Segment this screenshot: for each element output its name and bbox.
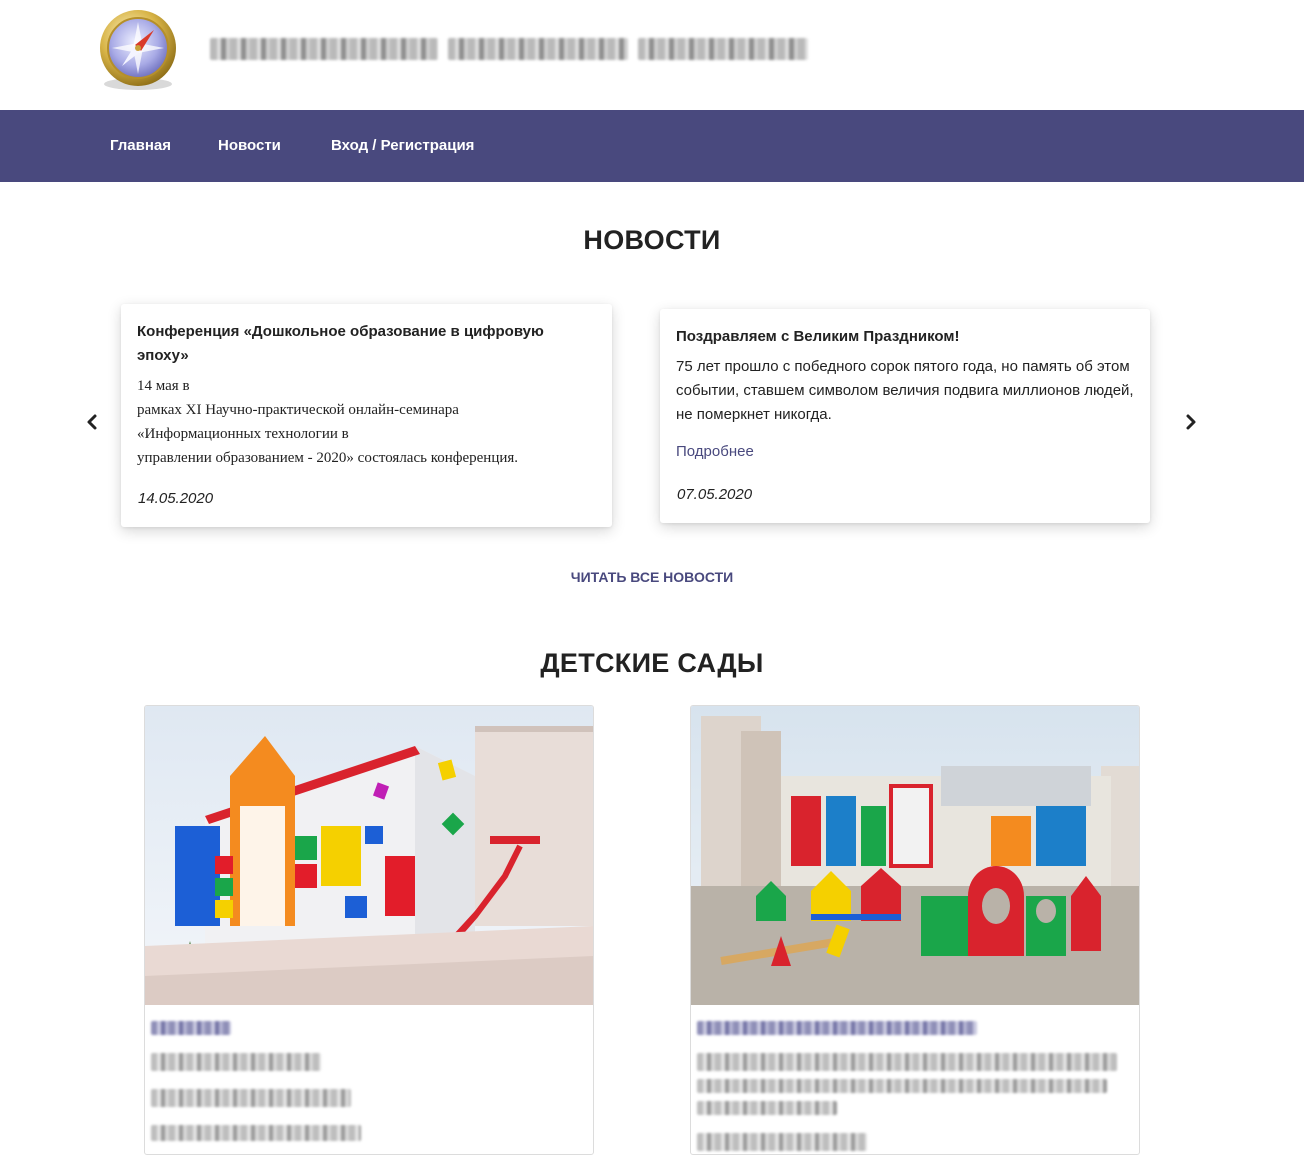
kindergarten-building-photo[interactable] [145,706,593,1005]
news-card-date: 14.05.2020 [138,490,214,507]
news-card-body: 75 лет прошло с победного сорок пятого г… [676,358,1134,423]
chevron-right-icon [1186,414,1196,430]
news-section-title: НОВОСТИ [583,225,721,255]
news-card-date: 07.05.2020 [677,486,753,503]
news-card-title[interactable]: Поздравляем с Великим Праздником! [676,325,1134,349]
news-card[interactable]: Конференция «Дошкольное образование в ци… [121,304,612,527]
kindergarten-card[interactable] [690,705,1140,1155]
main-navbar: Главная Новости Вход / Регистрация [0,110,1304,182]
news-card-body: 14 мая в рамках XI Научно-практической о… [137,374,596,470]
carousel-next-button[interactable] [1179,410,1203,434]
news-card-body-line: управлении образованием - 2020» состояла… [137,450,519,466]
chevron-left-icon [87,414,97,430]
news-card-title[interactable]: Конференция «Дошкольное образование в ци… [137,320,596,368]
news-card-body-line: рамках XI Научно-практической онлайн-сем… [137,402,459,418]
nav-item-login-register[interactable]: Вход / Регистрация [331,110,474,182]
kindergarten-card-text-redacted [697,1021,1127,1154]
carousel-prev-button[interactable] [80,410,104,434]
site-title [210,36,808,62]
news-card[interactable]: Поздравляем с Великим Праздником! 75 лет… [660,309,1150,523]
read-all-news-link[interactable]: ЧИТАТЬ ВСЕ НОВОСТИ [0,569,1304,585]
news-more-link[interactable]: Подробнее [676,443,754,460]
kindergarten-card-text-redacted [151,1021,581,1154]
kindergarten-card[interactable] [144,705,594,1155]
news-card-body-line: «Информационных технологии в [137,426,349,442]
compass-icon[interactable] [88,8,188,92]
kindergartens-section-title: ДЕТСКИЕ САДЫ [540,648,764,678]
nav-item-news[interactable]: Новости [218,110,281,182]
nav-item-home[interactable]: Главная [110,110,171,182]
kindergarten-playground-photo[interactable] [691,706,1139,1005]
site-header [0,0,1304,110]
news-card-body-line: 14 мая в [137,378,190,394]
